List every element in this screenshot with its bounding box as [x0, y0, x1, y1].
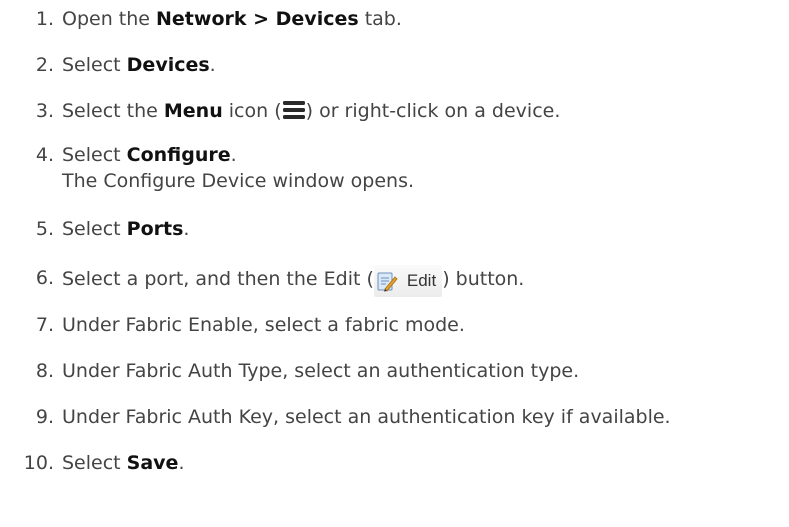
step-text: Select: [62, 452, 127, 474]
step-number: 9.: [35, 406, 54, 428]
ui-term: Save: [126, 452, 179, 474]
step-number: 5.: [35, 218, 54, 240]
ui-term: Configure: [126, 144, 231, 166]
step-text: icon (: [222, 100, 282, 122]
ui-term: Devices: [126, 54, 210, 76]
edit-button-label: Edit: [406, 271, 437, 290]
step-number: 8.: [35, 360, 54, 382]
step-text: Open the: [62, 8, 157, 30]
step-text: Under Fabric Auth Key, select an authent…: [62, 406, 671, 428]
step-text: Under Fabric Auth Type, select an authen…: [62, 360, 580, 382]
procedure-steps: 1. Open the Network > Devices tab. 2. Se…: [0, 0, 789, 527]
step-number: 4.: [35, 144, 54, 166]
ui-term: Network > Devices: [156, 8, 359, 30]
step-text: tab.: [358, 8, 402, 30]
step-text: .: [178, 452, 185, 474]
step-text: ) button.: [442, 268, 525, 290]
step-text: .: [209, 54, 216, 76]
step-text: Under Fabric Enable, select a fabric mod…: [62, 314, 465, 336]
step-text: .: [230, 144, 237, 166]
step-number: 6.: [35, 267, 54, 289]
step-text: Select: [62, 144, 127, 166]
step-result: The Configure Device window opens.: [62, 170, 415, 192]
step-text: Select a port, and then the Edit (: [62, 268, 374, 290]
step-text: .: [183, 218, 190, 240]
ui-term: Menu: [163, 100, 223, 122]
step-text: Select: [62, 218, 127, 240]
step-number: 1.: [35, 8, 54, 30]
hamburger-menu-icon: [282, 101, 305, 119]
step-text: Select: [62, 54, 127, 76]
step-number: 7.: [35, 314, 54, 336]
edit-button-image: Edit: [373, 265, 443, 297]
edit-pencil-icon: [377, 272, 398, 292]
step-text: ) or right-click on a device.: [305, 100, 561, 122]
step-number: 3.: [35, 100, 54, 122]
step-number: 10.: [23, 452, 54, 474]
step-text: Select the: [62, 100, 164, 122]
step-number: 2.: [35, 54, 54, 76]
ui-term: Ports: [126, 218, 184, 240]
